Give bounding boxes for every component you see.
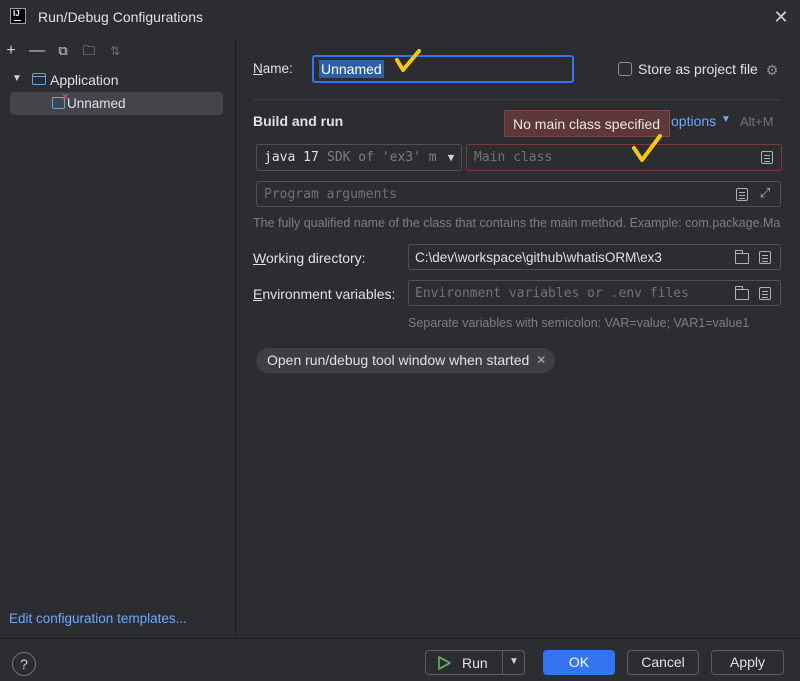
intellij-logo-icon: IJ: [10, 8, 26, 24]
program-arguments-placeholder: Program arguments: [264, 187, 398, 202]
jdk-selector[interactable]: java 17 SDK of 'ex3' m ▼: [256, 144, 462, 171]
tree-item-unnamed[interactable]: ✕ Unnamed: [10, 92, 223, 115]
tree-item-label: Unnamed: [67, 96, 126, 111]
footer-divider: [0, 638, 800, 639]
sort-icon[interactable]: ⇅: [106, 42, 124, 60]
edit-variables-icon[interactable]: [759, 287, 771, 300]
annotation-checkmark-icon: [395, 49, 421, 72]
annotation-checkmark-icon: [632, 134, 662, 162]
modify-options-shortcut: Alt+M: [740, 114, 774, 129]
folder-icon[interactable]: [735, 250, 749, 264]
panel-divider: [235, 38, 236, 638]
remove-icon[interactable]: —: [28, 42, 46, 60]
working-directory-value: C:\dev\workspace\github\whatisORM\ex3: [415, 250, 662, 265]
environment-variables-placeholder: Environment variables or .env files: [415, 286, 689, 301]
main-class-field[interactable]: Main class: [466, 144, 782, 171]
add-icon[interactable]: +: [2, 42, 20, 60]
chevron-down-icon[interactable]: ▼: [721, 114, 731, 125]
application-icon: [32, 73, 46, 85]
folder-icon[interactable]: [735, 286, 749, 300]
close-icon[interactable]: ✕: [536, 353, 546, 367]
separator: [253, 99, 781, 100]
run-label: Run: [462, 655, 488, 671]
ok-button[interactable]: OK: [543, 650, 615, 675]
edit-configuration-templates-link[interactable]: Edit configuration templates...: [9, 611, 187, 626]
apply-button[interactable]: Apply: [711, 650, 784, 675]
chevron-down-icon[interactable]: ▼: [504, 656, 524, 667]
cancel-button[interactable]: Cancel: [627, 650, 699, 675]
browse-class-icon[interactable]: [761, 151, 773, 164]
environment-variables-label: Environment variables:: [253, 286, 396, 302]
window-title: Run/Debug Configurations: [38, 9, 203, 25]
working-directory-field[interactable]: C:\dev\workspace\github\whatisORM\ex3: [408, 244, 781, 270]
run-split-divider: [502, 651, 503, 674]
tree-group-label: Application: [50, 72, 119, 88]
new-folder-icon[interactable]: 🗀: [80, 42, 98, 60]
name-label: Name:: [253, 61, 293, 76]
name-value: Unnamed: [319, 60, 384, 78]
open-tool-window-option-chip[interactable]: Open run/debug tool window when started …: [256, 348, 556, 373]
configurations-tree-panel: [0, 38, 235, 638]
environment-variables-hint: Separate variables with semicolon: VAR=v…: [408, 316, 750, 330]
store-as-project-file-checkbox[interactable]: [618, 62, 632, 76]
environment-variables-field[interactable]: Environment variables or .env files: [408, 280, 781, 306]
chevron-down-icon[interactable]: ▼: [12, 73, 22, 84]
title-bar: IJ Run/Debug Configurations ✕: [0, 0, 800, 34]
build-and-run-heading: Build and run: [253, 113, 344, 129]
jdk-version: java 17: [264, 150, 319, 165]
working-directory-label: Working directory:: [253, 250, 366, 266]
main-class-hint: The fully qualified name of the class th…: [253, 216, 781, 230]
expand-icon[interactable]: ⤢: [758, 187, 772, 201]
edit-arguments-icon[interactable]: [736, 188, 748, 201]
help-button[interactable]: ?: [12, 652, 36, 676]
name-field[interactable]: Unnamed: [312, 55, 574, 83]
tree-group-application[interactable]: ▼ Application: [8, 70, 223, 90]
copy-icon[interactable]: ⧉: [54, 42, 72, 60]
modify-options-link[interactable]: options: [671, 113, 716, 129]
program-arguments-field[interactable]: Program arguments ⤢: [256, 181, 781, 207]
run-button[interactable]: Run ▼: [425, 650, 525, 675]
store-as-project-file-label[interactable]: Store as project file: [638, 61, 758, 77]
gear-icon[interactable]: ⚙: [764, 62, 780, 78]
main-class-placeholder: Main class: [474, 150, 553, 165]
close-icon[interactable]: ✕: [772, 8, 790, 26]
jdk-description: SDK of 'ex3' m: [327, 150, 437, 165]
macros-icon[interactable]: [759, 251, 771, 264]
chevron-down-icon[interactable]: ▼: [441, 145, 461, 170]
chip-label: Open run/debug tool window when started: [267, 352, 530, 368]
